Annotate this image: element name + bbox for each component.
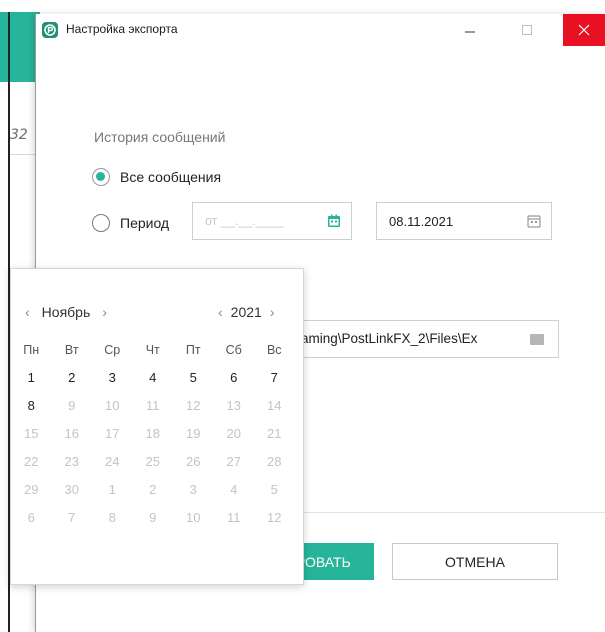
folder-icon[interactable] <box>530 334 544 345</box>
prev-year-icon[interactable]: ‹ <box>218 304 223 320</box>
calendar-day: 15 <box>24 426 39 441</box>
close-icon <box>578 24 590 36</box>
minimize-button[interactable] <box>449 14 491 46</box>
radio-button-unchecked[interactable] <box>92 214 110 232</box>
calendar-day: 22 <box>24 454 39 469</box>
weekday-header: Пн <box>23 343 40 357</box>
calendar-day: 14 <box>267 398 282 413</box>
next-year-icon[interactable]: › <box>270 304 275 320</box>
calendar-day: 11 <box>146 398 160 413</box>
maximize-icon <box>522 25 532 35</box>
calendar-day: 16 <box>64 426 79 441</box>
calendar-day: 8 <box>108 510 116 525</box>
weekday-header: Вт <box>64 343 79 357</box>
calendar-day: 25 <box>145 454 160 469</box>
radio-button-checked[interactable] <box>92 168 110 186</box>
calendar-day: 12 <box>267 510 282 525</box>
calendar-day[interactable]: 2 <box>52 367 93 389</box>
weekday-header: Пт <box>185 343 201 357</box>
calendar-day: 26 <box>186 454 201 469</box>
calendar-icon[interactable] <box>527 214 541 228</box>
background-divider <box>10 154 38 155</box>
export-button[interactable]: РОВАТЬ <box>296 543 374 580</box>
calendar-day: 9 <box>149 510 157 525</box>
calendar-day: 10 <box>105 398 120 413</box>
year-label[interactable]: 2021 <box>231 304 262 320</box>
calendar-day: 28 <box>267 454 282 469</box>
calendar-day: 24 <box>105 454 120 469</box>
weekday-header: Чт <box>145 343 160 357</box>
weekday-header-row: Пн Вт Ср Чт Пт Сб Вс <box>11 339 303 361</box>
date-from-field[interactable]: от __.__.____ <box>192 202 352 240</box>
export-button-label: РОВАТЬ <box>296 553 351 570</box>
calendar-day[interactable]: 3 <box>92 367 133 389</box>
calendar-day: 5 <box>270 482 278 497</box>
minimize-icon <box>465 31 475 33</box>
background-partial-number: 32 <box>10 127 28 143</box>
export-path-value: aming\PostLinkFX_2\Files\Ex <box>301 331 478 346</box>
radio-all-messages-label: Все сообщения <box>120 169 222 185</box>
calendar-day[interactable]: 5 <box>173 367 214 389</box>
calendar-icon[interactable] <box>327 214 341 228</box>
background-header-strip <box>0 12 40 82</box>
date-to-field[interactable]: 08.11.2021 <box>376 202 552 240</box>
calendar-week-row: 29 30 1 2 3 4 5 <box>11 479 303 501</box>
weekday-header: Ср <box>104 343 121 357</box>
export-path-field[interactable]: aming\PostLinkFX_2\Files\Ex <box>298 320 559 358</box>
calendar-day[interactable]: 8 <box>11 395 52 417</box>
calendar-day[interactable]: 6 <box>214 367 255 389</box>
date-picker-popup: ‹ Ноябрь › ‹ 2021 › Пн Вт Ср Чт Пт Сб Вс 1 2 3 4 5 6… <box>10 268 304 585</box>
cancel-button-label: ОТМЕНА <box>445 553 505 570</box>
calendar-day: 1 <box>108 482 116 497</box>
year-nav: ‹ 2021 › <box>218 304 275 320</box>
calendar-day: 3 <box>189 482 197 497</box>
month-label[interactable]: Ноябрь <box>42 304 91 320</box>
calendar-day: 17 <box>105 426 120 441</box>
calendar-day: 18 <box>145 426 160 441</box>
date-to-value: 08.11.2021 <box>389 214 454 229</box>
calendar-day: 10 <box>186 510 201 525</box>
cancel-button[interactable]: ОТМЕНА <box>392 543 558 580</box>
calendar-day: 30 <box>64 482 79 497</box>
titlebar[interactable]: Настройка экспорта <box>36 14 605 46</box>
weekday-header: Вс <box>266 343 282 357</box>
calendar-day[interactable]: 7 <box>254 367 295 389</box>
calendar-week-row: 8 9 10 11 12 13 14 <box>11 395 303 417</box>
calendar-week-row: 22 23 24 25 26 27 28 <box>11 451 303 473</box>
history-label: История сообщений <box>94 129 226 145</box>
maximize-button[interactable] <box>506 14 548 46</box>
app-logo-icon <box>42 22 58 38</box>
radio-all-messages[interactable]: Все сообщения <box>92 165 221 189</box>
calendar-day: 29 <box>24 482 39 497</box>
window-title: Настройка экспорта <box>66 22 178 36</box>
next-month-icon[interactable]: › <box>102 304 107 320</box>
calendar-grid: Пн Вт Ср Чт Пт Сб Вс 1 2 3 4 5 6 7 8 9 10 11 12 13 14 15 16 17 1… <box>11 339 303 529</box>
calendar-day: 12 <box>186 398 201 413</box>
month-nav: ‹ Ноябрь › <box>25 304 107 320</box>
calendar-day: 2 <box>149 482 157 497</box>
calendar-week-row: 6 7 8 9 10 11 12 <box>11 507 303 529</box>
calendar-day: 9 <box>68 398 76 413</box>
calendar-day[interactable]: 4 <box>133 367 174 389</box>
calendar-day: 13 <box>226 398 241 413</box>
radio-period[interactable]: Период <box>92 211 169 235</box>
weekday-header: Сб <box>225 343 242 357</box>
calendar-day: 27 <box>226 454 241 469</box>
calendar-day: 11 <box>227 510 241 525</box>
calendar-week-row: 15 16 17 18 19 20 21 <box>11 423 303 445</box>
calendar-day: 20 <box>226 426 241 441</box>
calendar-day: 4 <box>230 482 238 497</box>
close-button[interactable] <box>563 14 605 46</box>
date-from-placeholder: от __.__.____ <box>205 214 284 228</box>
calendar-day: 23 <box>64 454 79 469</box>
calendar-day: 21 <box>267 426 282 441</box>
calendar-week-row: 1234567 <box>11 367 303 389</box>
prev-month-icon[interactable]: ‹ <box>25 304 30 320</box>
calendar-day: 7 <box>68 510 76 525</box>
calendar-day: 6 <box>27 510 35 525</box>
radio-period-label: Период <box>120 215 170 231</box>
calendar-day: 19 <box>186 426 201 441</box>
calendar-day[interactable]: 1 <box>11 367 52 389</box>
